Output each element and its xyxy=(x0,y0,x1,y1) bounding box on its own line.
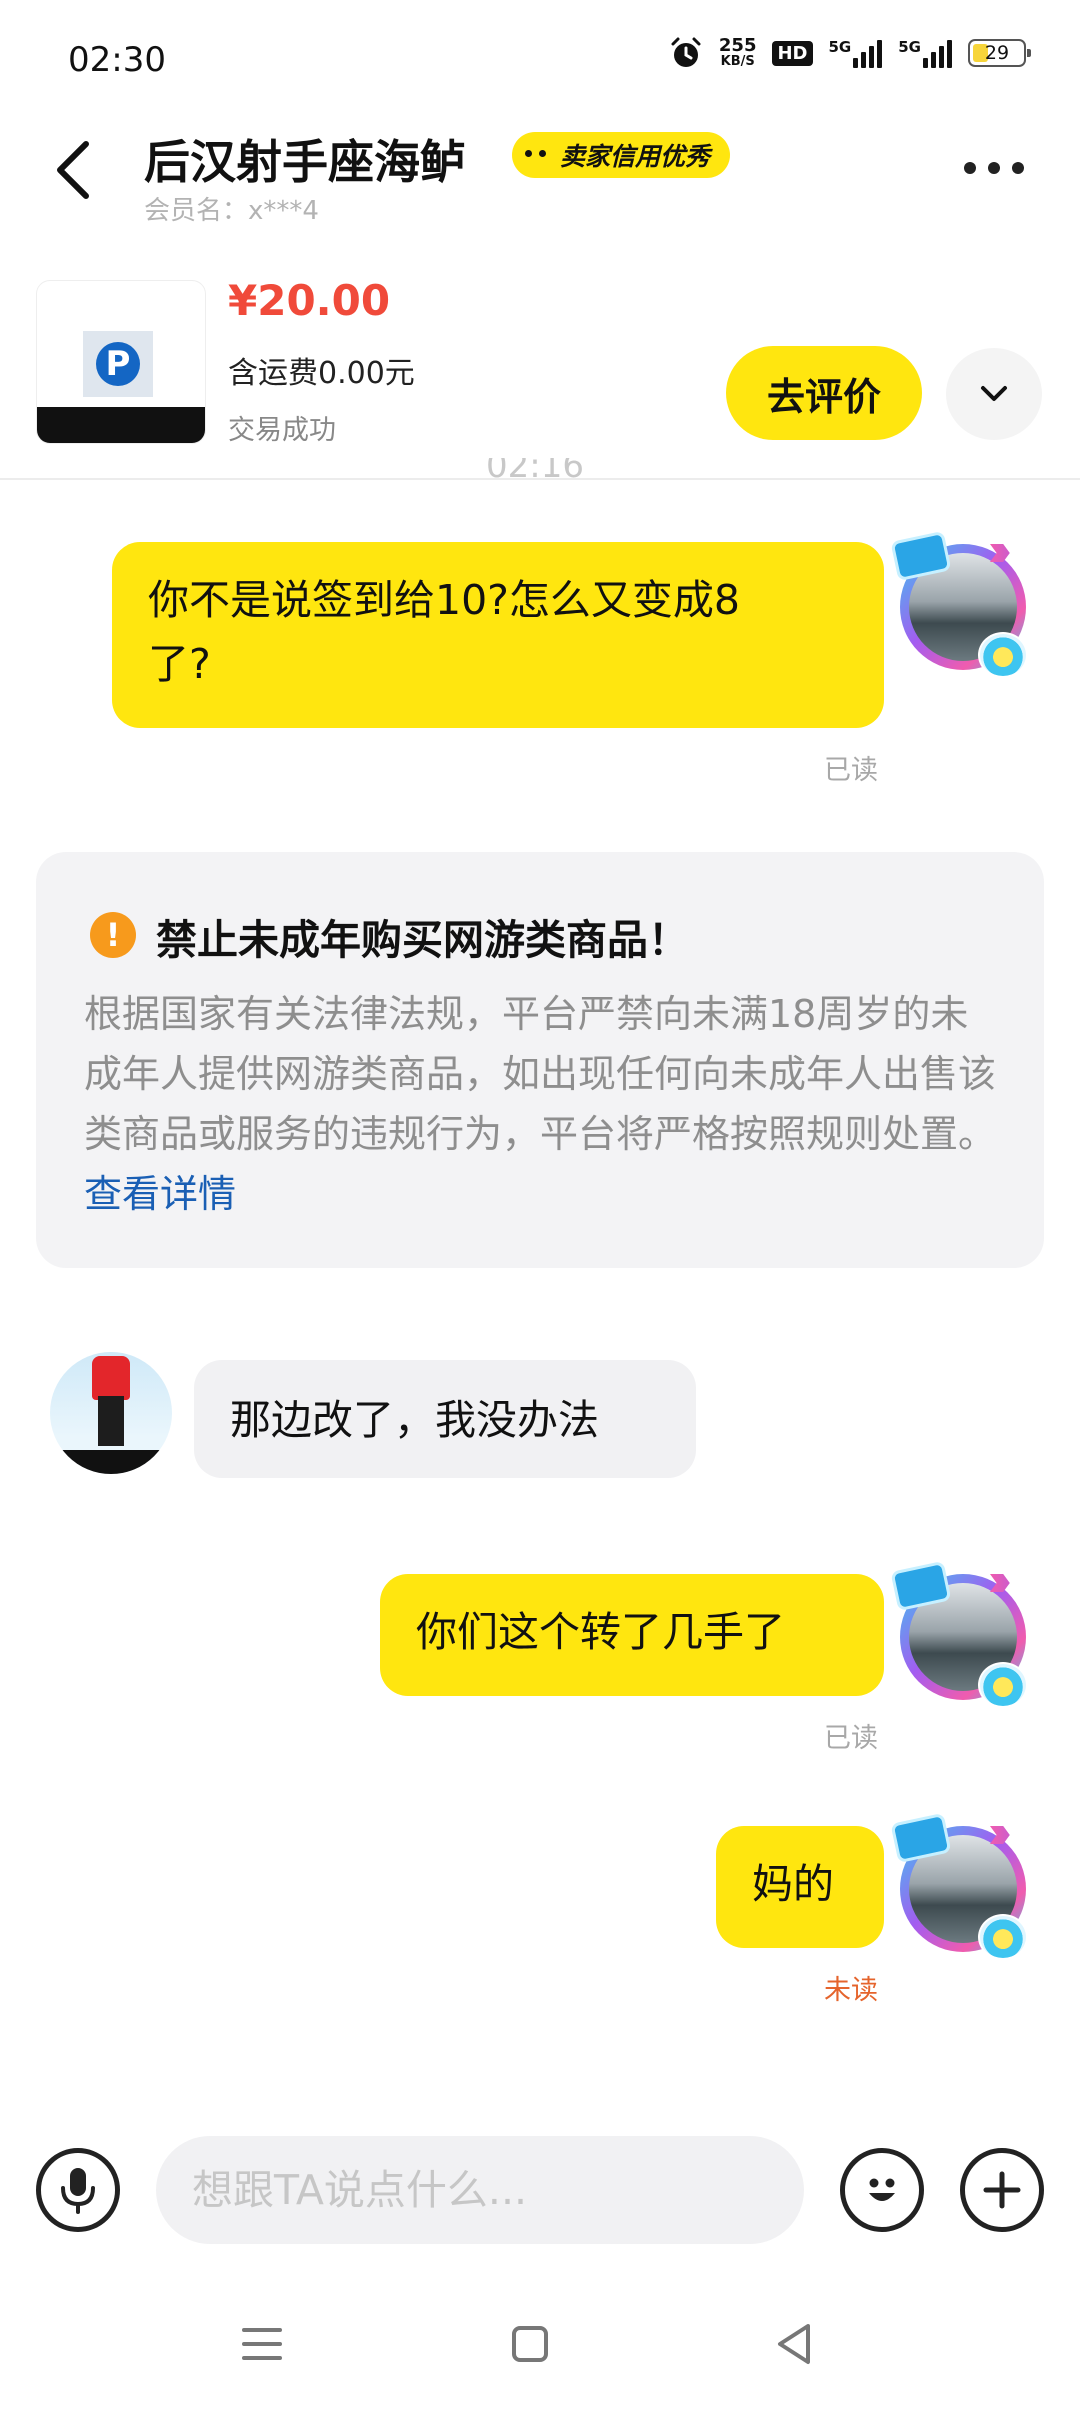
more-functions-button[interactable] xyxy=(960,2148,1044,2232)
alarm-icon xyxy=(671,37,701,67)
message-text: 妈的 xyxy=(752,1860,834,1908)
mascot-icon xyxy=(520,142,552,168)
product-price: ¥20.00 xyxy=(228,276,391,325)
signal-sim1: 5G xyxy=(829,38,883,68)
emoji-icon xyxy=(869,2178,895,2201)
nav-home-icon[interactable] xyxy=(512,2326,548,2362)
message-input[interactable] xyxy=(156,2136,804,2244)
emoji-button[interactable] xyxy=(840,2148,924,2232)
message-bubble-in[interactable]: 那边改了，我没办法 xyxy=(194,1360,696,1478)
review-button[interactable]: 去评价 xyxy=(726,346,922,440)
notice-body: 根据国家有关法律法规，平台严禁向未满18周岁的未成年人提供网游类商品，如出现任何… xyxy=(84,984,1004,1224)
nav-menu-icon xyxy=(242,2328,282,2360)
chat-title: 后汉射手座海鲈 xyxy=(144,135,466,189)
trade-status: 交易成功 xyxy=(228,415,336,446)
message-text-line2: 了? xyxy=(148,640,211,688)
product-thumbnail[interactable]: P xyxy=(36,280,206,444)
member-name: 会员名：x***4 xyxy=(144,196,319,226)
message-text-line1: 你不是说签到给10?怎么又变成8 xyxy=(148,576,741,624)
net-speed: 255 KB/S xyxy=(718,35,757,69)
chat-timestamp: 02:16 xyxy=(486,458,584,486)
message-bubble-out[interactable]: 妈的 xyxy=(716,1826,884,1948)
my-avatar[interactable] xyxy=(890,530,1034,678)
view-details-link[interactable]: 查看详情 xyxy=(84,1172,236,1216)
seller-credit-badge[interactable]: 卖家信用优秀 xyxy=(512,132,731,178)
nav-back-button[interactable] xyxy=(774,2322,814,2366)
hd-badge: HD xyxy=(772,40,813,66)
notice-title: 禁止未成年购买网游类商品！ xyxy=(156,916,689,964)
status-icons: 255 KB/S HD 5G 5G 29 xyxy=(669,35,1031,70)
battery-indicator: 29 xyxy=(968,39,1031,67)
notice-text: 根据国家有关法律法规，平台严禁向未满18周岁的未成年人提供网游类商品，如出现任何… xyxy=(84,992,997,1156)
seller-avatar[interactable] xyxy=(50,1352,172,1474)
expand-button[interactable] xyxy=(946,348,1042,440)
warning-icon: ! xyxy=(90,912,136,958)
more-button[interactable] xyxy=(964,156,1036,180)
unread-status: 未读 xyxy=(824,1975,878,2006)
plus-icon xyxy=(983,2171,1021,2209)
seller-credit-label: 卖家信用优秀 xyxy=(560,142,711,171)
message-text: 你们这个转了几手了 xyxy=(416,1608,785,1656)
my-avatar[interactable] xyxy=(890,1560,1034,1708)
signal-sim2: 5G xyxy=(898,38,952,68)
product-logo-icon: P xyxy=(96,342,140,386)
back-icon xyxy=(57,141,89,199)
message-bubble-out[interactable]: 你们这个转了几手了 xyxy=(380,1574,884,1696)
nav-back-icon xyxy=(778,2324,810,2364)
read-status: 已读 xyxy=(824,755,878,786)
back-button[interactable] xyxy=(48,140,98,200)
message-text: 那边改了，我没办法 xyxy=(230,1396,599,1444)
mic-icon xyxy=(61,2168,95,2214)
nav-menu-button[interactable] xyxy=(242,2326,282,2362)
read-status: 已读 xyxy=(824,1723,878,1754)
status-time: 02:30 xyxy=(68,40,166,80)
product-shipping: 含运费0.00元 xyxy=(228,356,415,391)
message-bubble-out[interactable]: 你不是说签到给10?怎么又变成8 了? xyxy=(112,542,884,728)
chevron-down-icon xyxy=(981,386,1007,401)
more-icon xyxy=(964,162,976,174)
voice-button[interactable] xyxy=(36,2148,120,2232)
my-avatar[interactable] xyxy=(890,1812,1034,1960)
